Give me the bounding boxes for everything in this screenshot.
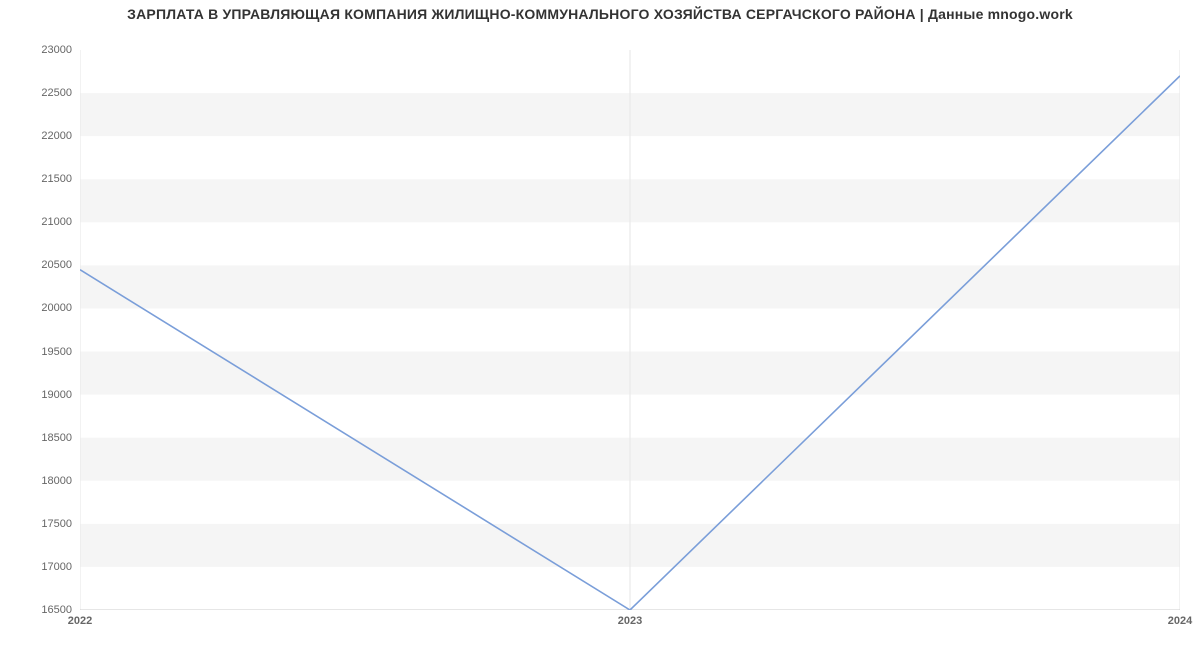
x-tick-label: 2022 <box>68 615 92 627</box>
y-tick-label: 17000 <box>12 561 72 573</box>
y-tick-label: 23000 <box>12 44 72 56</box>
y-tick-label: 19500 <box>12 346 72 358</box>
chart-svg <box>80 50 1180 610</box>
y-tick-label: 17500 <box>12 518 72 530</box>
y-tick-label: 20500 <box>12 259 72 271</box>
y-tick-label: 21500 <box>12 173 72 185</box>
chart-container: ЗАРПЛАТА В УПРАВЛЯЮЩАЯ КОМПАНИЯ ЖИЛИЩНО-… <box>0 0 1200 650</box>
x-tick-label: 2024 <box>1168 615 1192 627</box>
chart-title: ЗАРПЛАТА В УПРАВЛЯЮЩАЯ КОМПАНИЯ ЖИЛИЩНО-… <box>0 6 1200 22</box>
y-tick-label: 19000 <box>12 389 72 401</box>
y-tick-label: 16500 <box>12 604 72 616</box>
plot-area <box>80 50 1180 610</box>
x-tick-label: 2023 <box>618 615 642 627</box>
y-tick-label: 22000 <box>12 130 72 142</box>
y-tick-label: 21000 <box>12 216 72 228</box>
y-tick-label: 18500 <box>12 432 72 444</box>
y-tick-label: 20000 <box>12 302 72 314</box>
y-tick-label: 18000 <box>12 475 72 487</box>
y-tick-label: 22500 <box>12 87 72 99</box>
